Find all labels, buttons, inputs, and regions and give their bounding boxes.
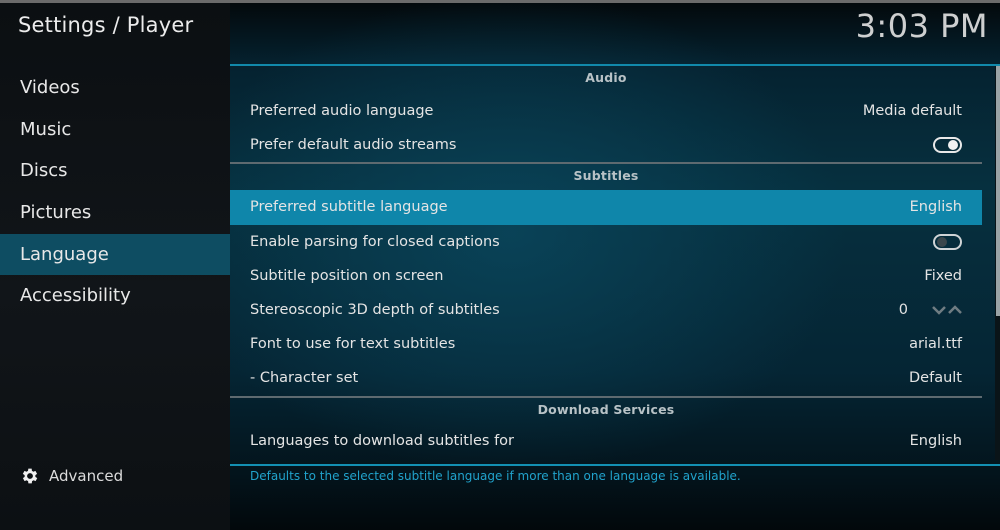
setting-label: Languages to download subtitles for xyxy=(250,432,515,449)
setting-label: Preferred subtitle language xyxy=(250,199,448,216)
sidebar-item-discs[interactable]: Discs xyxy=(0,150,230,192)
section-header-audio: Audio xyxy=(585,70,627,85)
section-header-download-services: Download Services xyxy=(230,395,982,424)
setting-label: Stereoscopic 3D depth of subtitles xyxy=(250,302,500,319)
setting-preferred-audio-language[interactable]: Preferred audio language Media default xyxy=(230,94,982,128)
settings-panel: 3:03 PM Audio Preferred audio language M… xyxy=(230,3,1000,530)
toggle-switch-on[interactable] xyxy=(933,137,962,154)
setting-value: arial.ttf xyxy=(909,336,962,353)
setting-label: Preferred audio language xyxy=(250,103,434,120)
settings-list: Audio Preferred audio language Media def… xyxy=(230,66,982,458)
setting-download-languages[interactable]: Languages to download subtitles for Engl… xyxy=(230,424,982,458)
setting-character-set[interactable]: - Character set Default xyxy=(230,361,982,395)
description-divider xyxy=(230,464,1000,466)
setting-enable-closed-captions[interactable]: Enable parsing for closed captions xyxy=(230,225,982,259)
toggle-knob xyxy=(937,236,947,247)
page-title: Settings / Player xyxy=(18,13,194,37)
sidebar: Settings / Player Videos Music Discs Pic… xyxy=(0,3,230,530)
sidebar-item-music[interactable]: Music xyxy=(0,109,230,151)
setting-value: Media default xyxy=(862,103,962,120)
advanced-label: Advanced xyxy=(49,467,124,485)
setting-label: Font to use for text subtitles xyxy=(250,336,456,353)
toggle-knob xyxy=(948,140,958,151)
toggle-switch-off[interactable] xyxy=(933,233,962,250)
setting-value: Fixed xyxy=(924,267,962,284)
chevron-up-icon[interactable] xyxy=(948,305,962,315)
setting-stereoscopic-depth[interactable]: Stereoscopic 3D depth of subtitles 0 xyxy=(230,293,982,327)
sidebar-item-pictures[interactable]: Pictures xyxy=(0,192,230,234)
gear-icon xyxy=(22,468,38,484)
section-header-subtitles: Subtitles xyxy=(230,162,982,190)
setting-value: Default xyxy=(909,370,962,387)
scrollbar-thumb[interactable] xyxy=(996,66,1000,316)
sidebar-item-accessibility[interactable]: Accessibility xyxy=(0,275,230,317)
setting-description: Defaults to the selected subtitle langua… xyxy=(250,469,741,483)
clock: 3:03 PM xyxy=(855,7,988,45)
setting-value: English xyxy=(909,199,962,216)
setting-subtitle-position[interactable]: Subtitle position on screen Fixed xyxy=(230,259,982,293)
setting-preferred-subtitle-language[interactable]: Preferred subtitle language English xyxy=(230,190,982,225)
spinner-control: 0 xyxy=(899,302,962,318)
spinner-value: 0 xyxy=(898,302,908,319)
sidebar-item-videos[interactable]: Videos xyxy=(0,67,230,109)
setting-prefer-default-audio-streams[interactable]: Prefer default audio streams xyxy=(230,128,982,162)
setting-label: Prefer default audio streams xyxy=(250,137,457,154)
sidebar-item-language[interactable]: Language xyxy=(0,233,230,276)
advanced-button[interactable]: Advanced xyxy=(20,464,123,488)
setting-label: Enable parsing for closed captions xyxy=(250,233,500,250)
sidebar-nav: Videos Music Discs Pictures Language Acc… xyxy=(0,67,230,317)
setting-label: Subtitle position on screen xyxy=(250,267,444,284)
setting-subtitle-font[interactable]: Font to use for text subtitles arial.ttf xyxy=(230,327,982,361)
setting-label: - Character set xyxy=(250,370,359,387)
chevron-down-icon[interactable] xyxy=(932,305,946,315)
setting-value: English xyxy=(909,432,962,449)
